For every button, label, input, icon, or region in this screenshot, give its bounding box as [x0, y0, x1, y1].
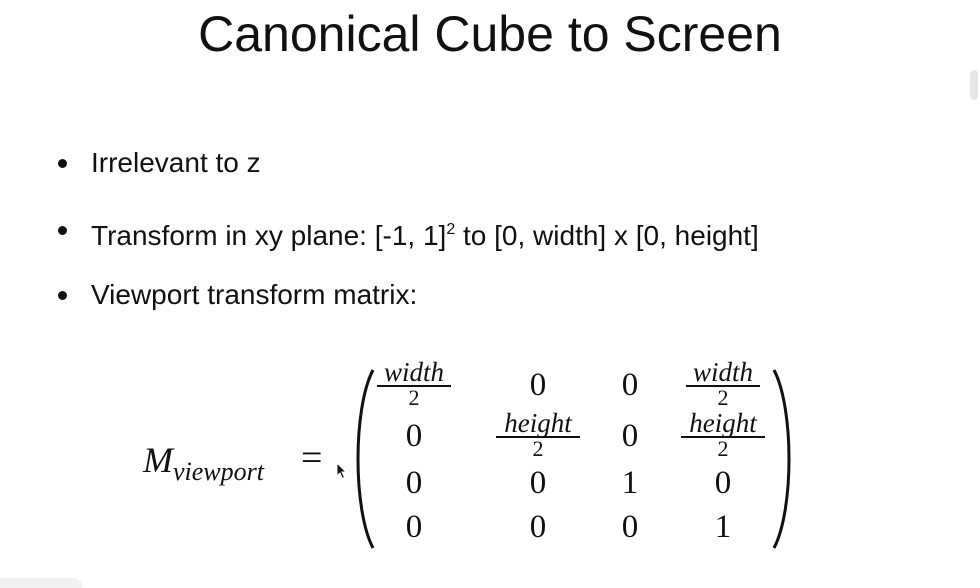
fraction-denominator: 2	[408, 385, 420, 410]
bullet-text: Irrelevant to z	[91, 147, 261, 178]
fraction-numerator: width	[383, 357, 444, 387]
matrix-entry: 1	[621, 465, 639, 501]
matrix-fraction: width 2	[366, 357, 462, 410]
matrix-entry: 0	[405, 465, 423, 501]
window-corner	[0, 578, 82, 588]
matrix-fraction: height 2	[675, 408, 771, 461]
slide-title: Canonical Cube to Screen	[198, 6, 782, 62]
matrix-entry: 0	[529, 509, 547, 545]
matrix-entry: 0	[621, 418, 639, 454]
fraction-numerator: height	[689, 408, 757, 438]
fraction-denominator: 2	[532, 436, 544, 461]
fraction-numerator: height	[504, 408, 572, 438]
fraction-numerator: width	[692, 357, 753, 387]
matrix-symbol: M	[143, 440, 173, 480]
matrix-fraction: width 2	[675, 357, 771, 410]
matrix-entry: 0	[714, 465, 732, 501]
slide: Canonical Cube to Screen Irrelevant to z…	[0, 0, 980, 588]
matrix-entry: 0	[621, 367, 639, 403]
superscript: 2	[446, 221, 456, 238]
matrix-subscript: viewport	[173, 457, 264, 486]
matrix-entry: 0	[529, 367, 547, 403]
matrix-entry: 0	[529, 465, 547, 501]
right-paren-icon	[772, 369, 791, 549]
matrix-entry: 0	[405, 509, 423, 545]
bullet-dot-icon	[58, 291, 67, 300]
scrollbar-thumb[interactable]	[970, 70, 978, 100]
bullet-text: Viewport transform matrix:	[91, 279, 418, 310]
bullet-dot-icon	[58, 159, 67, 168]
matrix-fraction: height 2	[490, 408, 586, 461]
bullet-text: Transform in xy plane: [-1, 1]2 to [0, w…	[91, 212, 759, 254]
matrix-lhs: Mviewport	[143, 440, 264, 492]
fraction-denominator: 2	[717, 436, 729, 461]
bullet-dot-icon	[58, 226, 67, 235]
matrix-entry: 0	[405, 418, 423, 454]
matrix-entry: 0	[621, 509, 639, 545]
matrix-entry: 1	[714, 509, 732, 545]
bullet-text-part: to [0, width] x [0, height]	[455, 220, 759, 251]
fraction-denominator: 2	[717, 385, 729, 410]
equals-sign: =	[301, 437, 323, 479]
bullet-text-part: Transform in xy plane: [-1, 1]	[91, 220, 447, 251]
